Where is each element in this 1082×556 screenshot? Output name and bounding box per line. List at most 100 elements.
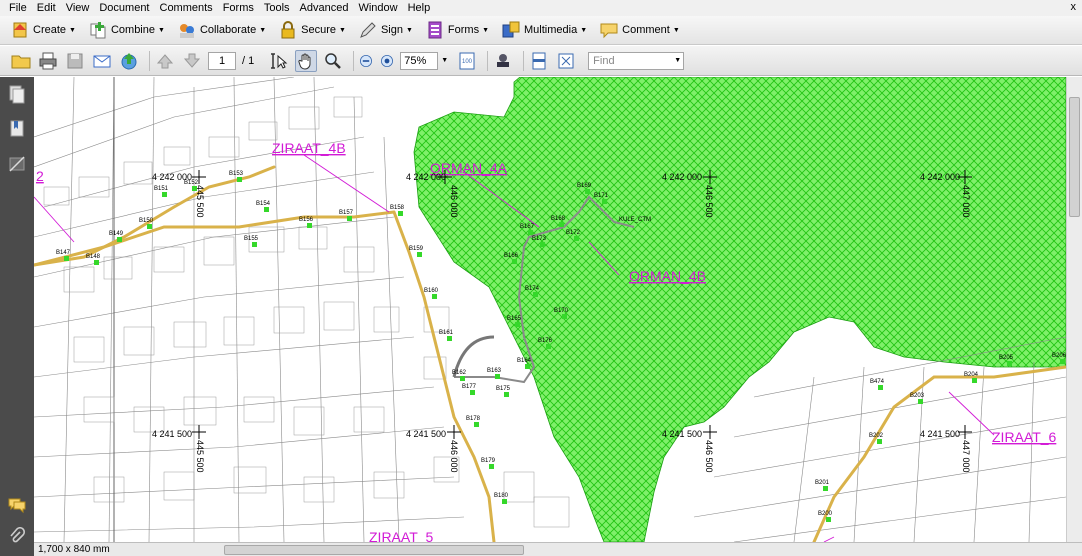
survey-point-marker — [525, 364, 530, 369]
pen-icon — [360, 22, 376, 38]
survey-point-label: B148 — [86, 254, 101, 260]
menu-document[interactable]: Document — [94, 0, 154, 16]
attachments-panel-icon[interactable] — [8, 527, 26, 547]
actual-size-button[interactable]: 100 — [456, 50, 478, 72]
secure-button[interactable]: Secure ▼ — [276, 18, 348, 42]
survey-point-label: B200 — [818, 511, 833, 517]
survey-point-marker — [528, 230, 533, 235]
survey-point-label: B168 — [551, 216, 566, 222]
survey-point-label: B474 — [870, 379, 885, 385]
previous-page-button[interactable] — [154, 50, 176, 72]
survey-point-marker — [447, 336, 452, 341]
tasks-toolbar: Create ▼ Combine ▼ Collaborate ▼ Secure … — [0, 16, 1082, 45]
menu-tools[interactable]: Tools — [259, 0, 295, 16]
page-layout-icon — [532, 52, 546, 69]
create-pdf-icon — [13, 22, 27, 38]
comments-panel-icon[interactable] — [8, 495, 26, 515]
hand-tool-button[interactable] — [295, 49, 318, 72]
grid-coordinate-label: 447 000 — [961, 440, 971, 473]
page-number-input[interactable]: 1 — [208, 51, 236, 70]
chevron-down-icon[interactable]: ▼ — [441, 57, 448, 64]
combine-label: Combine — [110, 24, 155, 36]
horizontal-scroll-thumb[interactable] — [224, 545, 524, 555]
folder-open-icon — [11, 55, 31, 68]
zone-label-ziraat-4b: ZIRAAT_4B — [272, 140, 346, 156]
combine-button[interactable]: Combine ▼ — [86, 18, 167, 42]
menu-help[interactable]: Help — [403, 0, 436, 16]
arrow-up-icon — [156, 53, 174, 68]
save-button[interactable] — [64, 50, 86, 72]
menu-forms[interactable]: Forms — [218, 0, 259, 16]
survey-point-marker — [474, 422, 479, 427]
floppy-disk-icon — [67, 53, 83, 68]
survey-point-label: B162 — [452, 370, 467, 376]
menu-file[interactable]: File — [4, 0, 32, 16]
menu-edit[interactable]: Edit — [32, 0, 61, 16]
survey-point-label: B147 — [56, 250, 71, 256]
survey-point-marker — [585, 189, 590, 194]
form-icon — [428, 21, 442, 39]
menu-view[interactable]: View — [61, 0, 95, 16]
chevron-down-icon: ▼ — [672, 26, 680, 34]
svg-text:100: 100 — [462, 59, 473, 65]
survey-point-marker — [504, 392, 509, 397]
document-viewport[interactable]: ZIRAAT_4B ORMAN_4A ORMAN_4B ZIRAAT_6 ZIRAAT_… — [34, 77, 1082, 542]
collaborate-button[interactable]: Collaborate ▼ — [175, 18, 268, 42]
survey-point-label: B160 — [424, 288, 439, 294]
zoom-out-button[interactable] — [358, 50, 374, 72]
single-page-view-button[interactable] — [528, 50, 550, 72]
signatures-panel-icon[interactable] — [8, 155, 26, 175]
menu-window[interactable]: Window — [353, 0, 402, 16]
survey-point-label: B205 — [999, 355, 1014, 361]
lock-icon — [281, 21, 295, 39]
comment-button[interactable]: Comment ▼ — [597, 18, 682, 42]
stamp-button[interactable] — [492, 50, 514, 72]
marquee-zoom-button[interactable] — [322, 50, 344, 72]
forms-button[interactable]: Forms ▼ — [423, 18, 491, 42]
zoom-in-button[interactable] — [379, 50, 395, 72]
survey-point-marker — [64, 256, 69, 261]
create-button[interactable]: Create ▼ — [8, 18, 78, 42]
station-label: KULE_CTM — [619, 217, 651, 223]
grid-coordinate-label: 447 000 — [961, 185, 971, 218]
survey-point-marker — [192, 186, 197, 191]
print-button[interactable] — [37, 50, 59, 72]
survey-point-label: B169 — [577, 183, 592, 189]
vertical-scrollbar[interactable] — [1066, 77, 1082, 542]
pages-panel-icon[interactable] — [8, 85, 26, 105]
menu-comments[interactable]: Comments — [155, 0, 218, 16]
bookmarks-panel-icon[interactable] — [8, 119, 26, 139]
survey-point-label: B151 — [154, 186, 169, 192]
survey-point-marker — [574, 236, 579, 241]
menu-advanced[interactable]: Advanced — [295, 0, 354, 16]
survey-point-marker — [460, 376, 465, 381]
survey-point-label: B157 — [339, 210, 354, 216]
close-document-button[interactable]: x — [1071, 1, 1077, 13]
email-button[interactable] — [91, 50, 113, 72]
find-input[interactable]: Find ▼ — [588, 51, 685, 70]
survey-point-marker — [489, 464, 494, 469]
survey-point-marker — [540, 242, 545, 247]
sign-button[interactable]: Sign ▼ — [356, 18, 415, 42]
zone-label-orman-4b: ORMAN_4B — [629, 268, 706, 284]
survey-point-marker — [264, 207, 269, 212]
survey-point-marker — [826, 517, 831, 522]
next-page-button[interactable] — [181, 50, 203, 72]
chevron-down-icon[interactable]: ▼ — [674, 53, 683, 69]
full-screen-button[interactable] — [555, 50, 577, 72]
text-select-cursor-icon — [271, 52, 288, 69]
upload-button[interactable] — [118, 50, 140, 72]
zoom-level-select[interactable]: 75% — [400, 51, 439, 70]
navigation-pane — [0, 77, 34, 556]
survey-point-label: B154 — [256, 201, 271, 207]
vertical-scroll-thumb[interactable] — [1069, 97, 1080, 217]
survey-point-label: B164 — [517, 358, 532, 364]
pdf-viewer-window: File Edit View Document Comments Forms T… — [0, 0, 1082, 556]
select-tool-button[interactable] — [268, 50, 290, 72]
collaborate-label: Collaborate — [199, 24, 257, 36]
survey-point-label: B166 — [504, 253, 519, 259]
open-button[interactable] — [10, 50, 32, 72]
cadastral-map[interactable]: ZIRAAT_4BORMAN_4AORMAN_4BZIRAAT_6ZIRAAT_… — [34, 77, 1068, 542]
survey-point-marker — [495, 374, 500, 379]
multimedia-button[interactable]: Multimedia ▼ — [499, 18, 589, 42]
